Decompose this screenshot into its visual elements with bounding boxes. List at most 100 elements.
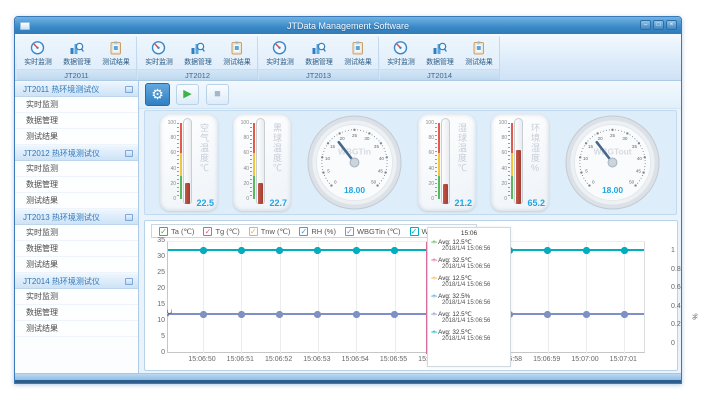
ribbon-button-label: 测试结果 [344,56,372,66]
thermometer-tick-label: 60 [163,150,176,156]
ribbon-button[interactable]: 数据管理 [179,40,216,67]
series-marker-icon: -+- [431,293,436,300]
ribbon-button-label: 实时监测 [266,56,294,66]
cursor-tooltip-panel: 15:06 -+-Avg: 12.5℃2018/1/4 15:06:56-+-A… [427,227,511,367]
sidebar-group-header[interactable]: JT2012 热环境测试仪 [15,145,138,161]
legend-label: WBGTin (℃) [357,227,401,236]
gauge-dial-number: 10 [325,156,331,161]
chart-panel: ✓Ta (℃)✓Tg (℃)✓Tnw (℃)✓RH (%)✓WBGTin (℃)… [144,220,678,371]
thermometer-card: 100806040200环境湿度%65.2 [491,114,549,211]
cursor-timestamp: 2018/1/4 15:06:56 [442,300,507,306]
ribbon-button[interactable]: 数据管理 [300,40,337,67]
series-marker-icon: -+- [431,257,436,264]
thermometer-tick-marks [435,123,437,199]
legend-item: ✓Tnw (℃) [249,227,291,236]
sidebar-group-title: JT2011 热环境测试仪 [23,84,99,95]
thermometer-color-scale [511,123,513,199]
gauge-dial-number: 50 [371,179,377,184]
cursor-timestamp: 2018/1/4 15:06:56 [442,264,507,270]
sidebar-item[interactable]: 数据管理 [15,177,138,193]
sidebar-item[interactable]: 数据管理 [15,305,138,321]
ribbon-button[interactable]: 实时监测 [382,40,419,67]
legend-checkbox[interactable]: ✓ [249,227,258,236]
sidebar-item[interactable]: 实时监测 [15,225,138,241]
data-point [238,247,245,254]
thermometer-tick-label: 20 [163,181,176,187]
legend-checkbox[interactable]: ✓ [345,227,354,236]
thermometer-value: 22.5 [196,198,214,208]
legend-checkbox[interactable]: ✓ [299,227,308,236]
ribbon-button[interactable]: 实时监测 [261,40,298,67]
ribbon-button-label: 数据管理 [184,56,212,66]
series-marker-icon: -+- [431,329,436,336]
sidebar-group-header[interactable]: JT2011 热环境测试仪 [15,81,138,97]
cursor-panel-entry: -+-Avg: 12.5℃2018/1/4 15:06:56 [431,311,507,324]
x-axis-tick: 15:07:01 [601,356,645,363]
gauge-dial-number: 20 [598,136,604,141]
y-axis-tick-right: 0.6 [671,284,681,291]
expand-icon[interactable] [125,86,133,93]
maximize-button[interactable]: □ [653,20,664,30]
stop-button[interactable]: ■ [206,84,229,105]
expand-icon[interactable] [125,278,133,285]
ribbon-button[interactable]: 数据管理 [58,40,95,67]
thermometer-card: 100806040200空气温度℃22.5 [160,114,218,211]
y-axis-tick-left: 25 [147,269,165,276]
expand-icon[interactable] [125,150,133,157]
minimize-button[interactable]: – [640,20,651,30]
y-axis-tick-right: 1 [671,247,675,254]
ribbon-button[interactable]: 实时监测 [19,40,56,67]
y-axis-tick-left: 30 [147,253,165,260]
grid-line [586,242,587,354]
ribbon-group-label: JT2014 [380,69,499,80]
sidebar-item[interactable]: 数据管理 [15,241,138,257]
grid-line [356,242,357,354]
legend-checkbox[interactable]: ✓ [410,227,419,236]
data-chart-icon [69,40,84,55]
gauge-dial-number: 40 [637,156,643,161]
thermometer-label: 黑球温度℃ [271,123,284,173]
sidebar-item[interactable]: 测试结果 [15,321,138,337]
sidebar-group-title: JT2014 热环境测试仪 [23,276,100,287]
gauge-dial-number: 35 [632,144,638,149]
legend-checkbox[interactable]: ✓ [159,227,168,236]
ribbon-button[interactable]: 测试结果 [460,40,497,67]
thermometer-label: 空气温度℃ [198,123,211,173]
thermometer-tick-label: 100 [421,120,434,126]
ribbon-button[interactable]: 测试结果 [339,40,376,67]
gauge-value: 18.00 [344,185,365,195]
start-button[interactable]: ▶ [176,84,199,105]
cursor-time-header: 15:06 [431,230,507,237]
thermometer-label: 环境湿度% [529,123,542,174]
sidebar-group-header[interactable]: JT2013 热环境测试仪 [15,209,138,225]
legend-item: ✓Tg (℃) [203,227,239,236]
cursor-panel-entry: -+-Avg: 12.5℃2018/1/4 15:06:56 [431,239,507,252]
sidebar-item[interactable]: 实时监测 [15,289,138,305]
settings-gear-button[interactable]: ⚙ [145,83,170,106]
sidebar-item[interactable]: 实时监测 [15,161,138,177]
main-area: ⚙ ▶ ■ 100806040200空气温度℃22.5100806040200黑… [139,81,681,373]
sidebar-item[interactable]: 测试结果 [15,129,138,145]
cursor-avg-value: Avg: 32.5℃ [438,257,472,264]
legend-label: Ta (℃) [171,227,194,236]
thermometer-tick-label: 100 [236,120,249,126]
sidebar-item[interactable]: 测试结果 [15,257,138,273]
ribbon-button[interactable]: 实时监测 [140,40,177,67]
sidebar-item[interactable]: 数据管理 [15,113,138,129]
expand-icon[interactable] [125,214,133,221]
sidebar-item[interactable]: 实时监测 [15,97,138,113]
sidebar-item[interactable]: 测试结果 [15,193,138,209]
thermometer-tick-label: 60 [494,150,507,156]
ribbon-button[interactable]: 测试结果 [97,40,134,67]
thermometer-label: 湿球温度℃ [456,123,469,173]
ribbon-button[interactable]: 测试结果 [218,40,255,67]
thermometer-mercury [185,183,190,204]
grid-line [241,242,242,354]
close-button[interactable]: × [666,20,677,30]
thermometer-tick-label: 40 [494,166,507,172]
ribbon-button[interactable]: 数据管理 [421,40,458,67]
data-point [391,247,398,254]
sidebar-group-header[interactable]: JT2014 热环境测试仪 [15,273,138,289]
legend-checkbox[interactable]: ✓ [203,227,212,236]
series-marker-icon: -+- [431,275,436,282]
